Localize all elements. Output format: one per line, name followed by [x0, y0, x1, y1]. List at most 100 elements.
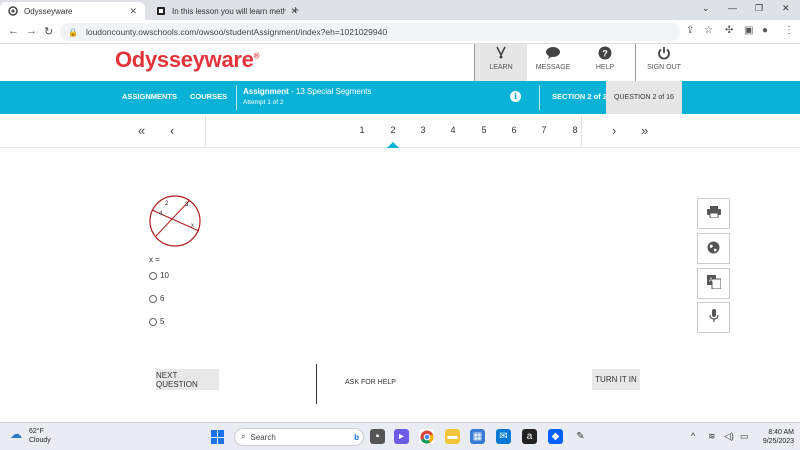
chrome-icon[interactable] — [419, 429, 434, 444]
current-page-indicator — [387, 142, 399, 148]
forward-icon[interactable]: → — [26, 25, 37, 37]
temperature: 62°F — [29, 428, 44, 435]
page-number[interactable]: 6 — [508, 125, 520, 135]
assignments-link[interactable]: ASSIGNMENTS — [122, 92, 177, 101]
info-icon[interactable]: i — [510, 91, 521, 102]
divider — [316, 364, 317, 404]
system-clock[interactable]: 8:40 AM 9/25/2023 — [752, 428, 794, 446]
microphone-icon — [708, 309, 719, 326]
assignment-title: Assignment - 13 Special Segments — [243, 87, 372, 96]
page-number[interactable]: 8 — [569, 125, 581, 135]
learn-icon — [475, 46, 527, 62]
language-button[interactable] — [697, 233, 730, 264]
browser-toolbar: ← → ↻ 🔒 loudoncounty.owschools.com/owsoo… — [0, 20, 800, 44]
cloud-icon: ☁ — [10, 427, 22, 441]
amazon-icon[interactable]: a — [522, 429, 537, 444]
address-bar[interactable]: 🔒 loudoncounty.owschools.com/owsoo/stude… — [60, 23, 680, 41]
nav-learn[interactable]: LEARN — [475, 44, 527, 81]
segment-label: 3 — [185, 202, 189, 208]
first-page-icon[interactable]: « — [138, 123, 145, 138]
divider — [539, 85, 540, 110]
bookmark-star-icon[interactable]: ☆ — [704, 25, 713, 36]
menu-icon[interactable]: ⋮ — [784, 25, 794, 36]
radio-button[interactable] — [149, 294, 157, 303]
divider — [635, 44, 636, 81]
radio-button[interactable] — [149, 317, 157, 326]
weather-condition: Cloudy — [29, 437, 51, 444]
ask-for-help-link[interactable]: ASK FOR HELP — [345, 379, 396, 386]
last-page-icon[interactable]: » — [641, 123, 648, 138]
lock-icon: 🔒 — [68, 27, 78, 37]
mail-icon[interactable]: ✉ — [496, 429, 511, 444]
translate-icon: A — [706, 275, 721, 292]
windows-taskbar: ☁ 62°F Cloudy ⌕ Search b ▪ ▸ ▬ ▦ ✉ a ◆ ✎… — [0, 422, 800, 450]
page-number[interactable]: 3 — [417, 125, 429, 135]
circle-chords-diagram: 2 3 4 x — [146, 195, 204, 247]
nav-help[interactable]: ? HELP — [579, 44, 631, 81]
browser-tab-odysseyware[interactable]: Odysseyware ✕ — [0, 2, 145, 20]
answer-option[interactable]: 6 — [149, 294, 164, 303]
share-icon[interactable]: ⇪ — [686, 25, 694, 36]
segment-label: 2 — [165, 201, 169, 207]
attempt-text: Attempt 1 of 2 — [243, 99, 284, 106]
battery-icon[interactable]: ▭ — [740, 431, 749, 442]
tab-search-icon[interactable]: ⌄ — [702, 3, 710, 14]
profile-icon[interactable]: ● — [762, 25, 768, 36]
pen-tool-icon[interactable]: ✎ — [573, 429, 588, 444]
radio-button[interactable] — [149, 271, 157, 280]
close-tab-icon[interactable]: ✕ — [129, 6, 137, 17]
windows-start-icon[interactable] — [211, 430, 225, 444]
browser-tab-lesson[interactable]: In this lesson you will learn meth ✕ — [148, 2, 306, 20]
restore-icon[interactable]: ❐ — [755, 3, 763, 14]
task-view-icon[interactable]: ▪ — [370, 429, 385, 444]
odysseyware-logo: Odysseyware® — [115, 47, 260, 72]
close-window-icon[interactable]: ✕ — [782, 3, 790, 14]
answer-option[interactable]: 10 — [149, 271, 169, 280]
divider — [581, 116, 582, 146]
answer-option[interactable]: 5 — [149, 317, 164, 326]
question-prompt: x = — [149, 255, 160, 264]
page-number[interactable]: 4 — [447, 125, 459, 135]
odysseyware-favicon-icon — [8, 6, 18, 16]
nav-sign-out[interactable]: SIGN OUT — [638, 44, 690, 81]
tab-title: Odysseyware — [24, 6, 73, 16]
nav-message[interactable]: MESSAGE — [527, 44, 579, 81]
reload-icon[interactable]: ↻ — [44, 25, 53, 38]
svg-text:?: ? — [602, 49, 608, 59]
power-icon — [638, 46, 690, 62]
dropbox-icon[interactable]: ◆ — [548, 429, 563, 444]
previous-page-icon[interactable]: ‹ — [170, 123, 174, 138]
taskbar-search[interactable]: ⌕ Search b — [234, 428, 364, 446]
video-call-icon[interactable]: ▸ — [394, 429, 409, 444]
printer-icon — [706, 206, 721, 221]
side-panel-icon[interactable]: ▣ — [744, 25, 753, 36]
message-icon — [527, 46, 579, 62]
back-icon[interactable]: ← — [8, 25, 19, 37]
courses-link[interactable]: COURSES — [190, 92, 227, 101]
translate-button[interactable]: A — [697, 268, 730, 299]
bing-icon: b — [354, 432, 359, 442]
turn-it-in-button[interactable]: TURN IT IN — [592, 369, 640, 390]
question-pager: « ‹ 1 2 3 4 5 6 7 8 › » — [0, 114, 800, 148]
divider — [236, 85, 237, 110]
browser-tab-strip: Odysseyware ✕ In this lesson you will le… — [0, 0, 800, 20]
odysseyware-header: Odysseyware® LEARN MESSAGE ? HELP SIGN O… — [0, 44, 800, 81]
chevron-up-icon[interactable]: ^ — [691, 431, 695, 441]
minimize-icon[interactable]: — — [728, 3, 737, 13]
print-button[interactable] — [697, 198, 730, 229]
page-number[interactable]: 5 — [478, 125, 490, 135]
page-number-current[interactable]: 2 — [387, 125, 399, 135]
read-aloud-button[interactable] — [697, 302, 730, 333]
section-indicator: SECTION 2 of 2 — [552, 92, 608, 101]
next-page-icon[interactable]: › — [612, 123, 616, 138]
wifi-icon[interactable]: ≋ — [708, 431, 716, 442]
page-number[interactable]: 1 — [356, 125, 368, 135]
next-question-button[interactable]: NEXT QUESTION — [156, 369, 219, 390]
new-tab-icon[interactable]: + — [292, 3, 299, 17]
page-number[interactable]: 7 — [538, 125, 550, 135]
divider — [205, 116, 206, 146]
store-icon[interactable]: ▦ — [470, 429, 485, 444]
extensions-icon[interactable]: ✣ — [725, 25, 733, 36]
file-explorer-icon[interactable]: ▬ — [445, 429, 460, 444]
volume-icon[interactable]: ◁) — [724, 431, 734, 442]
